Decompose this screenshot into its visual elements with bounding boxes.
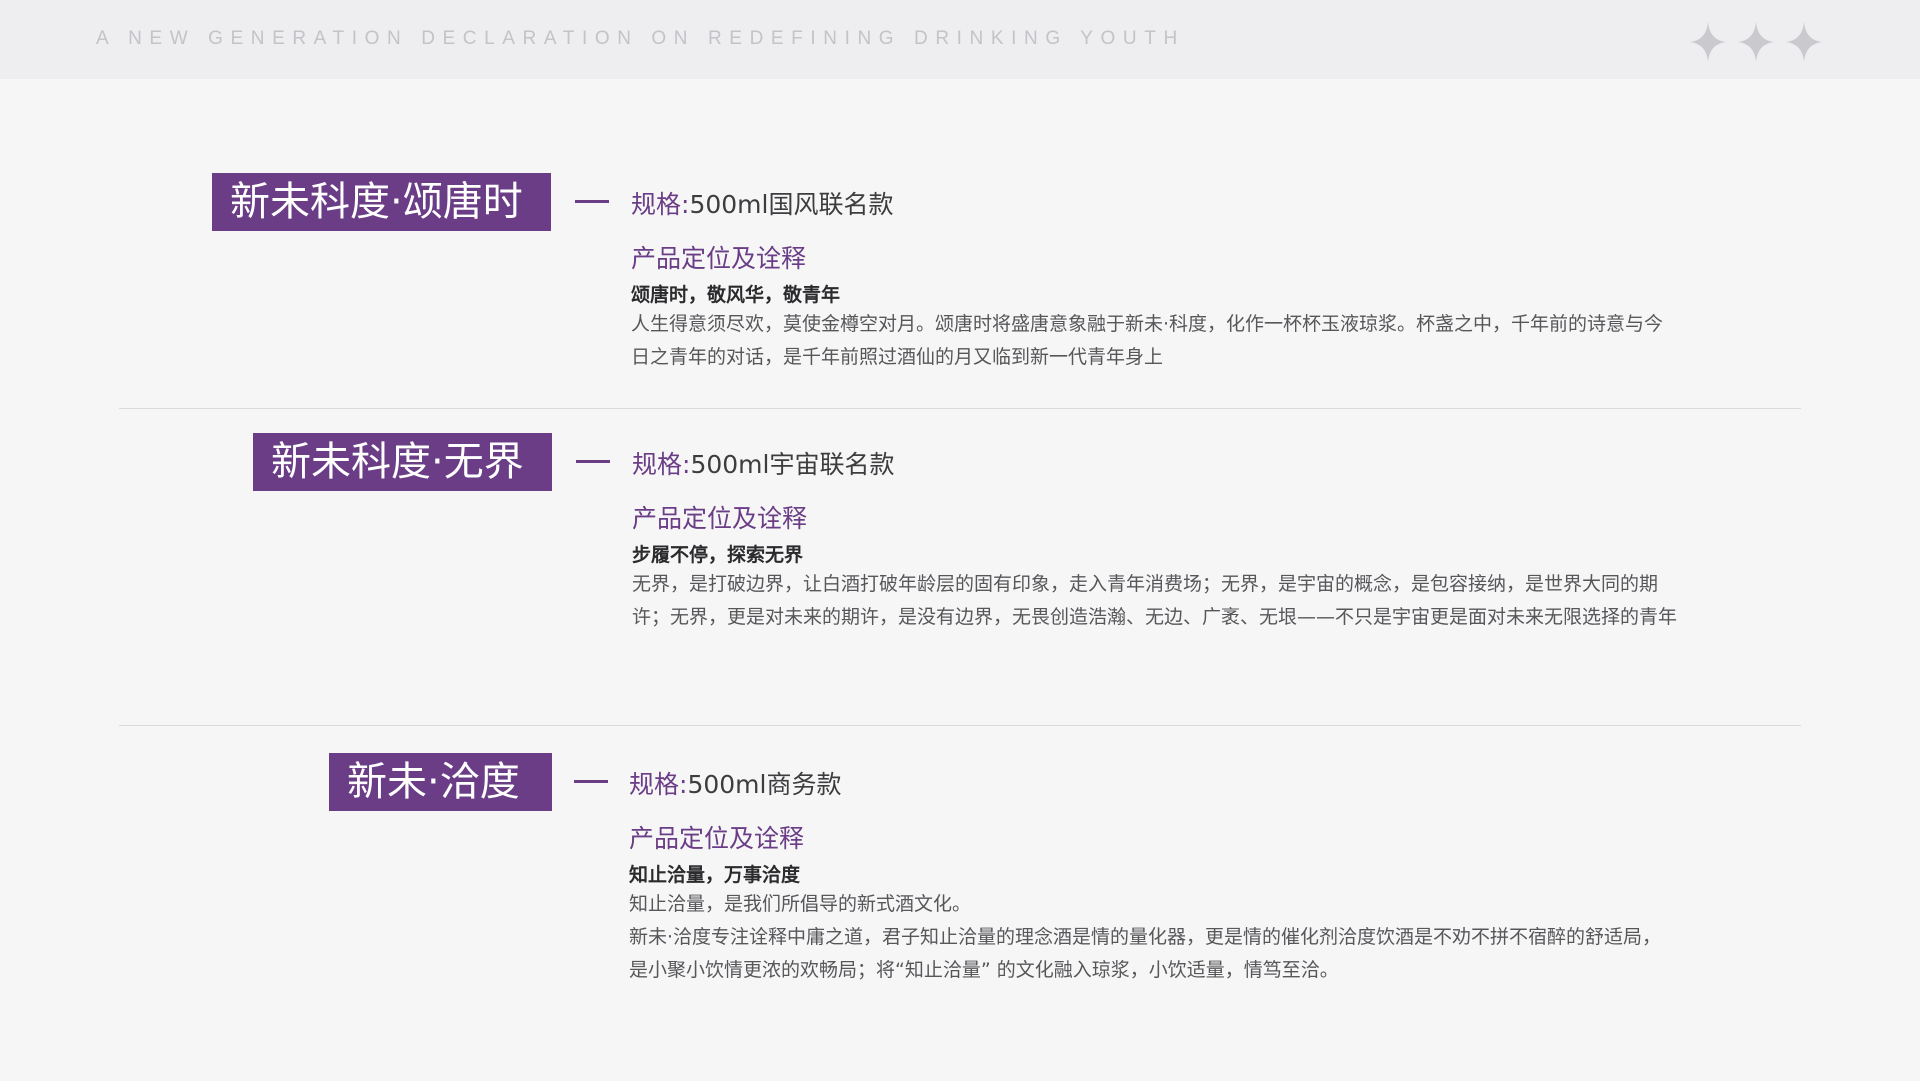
spec-label: 规格:	[631, 190, 690, 219]
header-tagline: A NEW GENERATION DECLARATION ON REDEFINI…	[96, 28, 1185, 49]
section-divider	[119, 408, 1801, 409]
product-description: 知止洽量，是我们所倡导的新式酒文化。 新未·洽度专注诠释中庸之道，君子知止洽量的…	[629, 888, 1679, 987]
header-band: A NEW GENERATION DECLARATION ON REDEFINI…	[0, 0, 1920, 79]
spec-value: 500ml商务款	[687, 770, 842, 799]
section-divider	[119, 725, 1801, 726]
description-paragraph: 知止洽量，是我们所倡导的新式酒文化。	[629, 893, 972, 915]
product-slogan: 颂唐时，敬风华，敬青年	[631, 284, 841, 306]
sparkle-star-icon	[1690, 22, 1726, 62]
spec-label: 规格:	[632, 450, 691, 479]
spec-value: 500ml国风联名款	[689, 190, 894, 219]
sparkle-star-icon	[1786, 22, 1822, 62]
connector-dash	[575, 200, 609, 203]
decor-stars	[1688, 20, 1824, 64]
product-slogan: 步履不停，探索无界	[632, 544, 804, 566]
product-name-tag: 新未科度·颂唐时	[212, 173, 551, 231]
section-heading: 产品定位及诠释	[632, 504, 808, 533]
spec-line: 规格:500ml宇宙联名款	[632, 445, 894, 481]
spec-label: 规格:	[629, 770, 688, 799]
description-paragraph: 人生得意须尽欢，莫使金樽空对月。颂唐时将盛唐意象融于新未·科度，化作一杯杯玉液琼…	[631, 313, 1664, 368]
product-description: 人生得意须尽欢，莫使金樽空对月。颂唐时将盛唐意象融于新未·科度，化作一杯杯玉液琼…	[631, 308, 1676, 374]
product-name-tag: 新未科度·无界	[253, 433, 552, 491]
connector-dash	[576, 460, 610, 463]
spec-line: 规格:500ml国风联名款	[631, 185, 893, 221]
sparkle-star-icon	[1738, 22, 1774, 62]
connector-dash	[574, 780, 608, 783]
product-description: 无界，是打破边界，让白酒打破年龄层的固有印象，走入青年消费场；无界，是宇宙的概念…	[632, 568, 1677, 634]
spec-line: 规格:500ml商务款	[629, 765, 841, 801]
section-heading: 产品定位及诠释	[629, 824, 805, 853]
section-heading: 产品定位及诠释	[631, 244, 807, 273]
spec-value: 500ml宇宙联名款	[690, 450, 895, 479]
description-paragraph: 无界，是打破边界，让白酒打破年龄层的固有印象，走入青年消费场；无界，是宇宙的概念…	[632, 573, 1678, 628]
description-paragraph: 新未·洽度专注诠释中庸之道，君子知止洽量的理念酒是情的量化器，更是情的催化剂洽度…	[629, 926, 1662, 981]
product-slogan: 知止洽量，万事洽度	[629, 864, 801, 886]
product-name-tag: 新未·洽度	[329, 753, 552, 811]
